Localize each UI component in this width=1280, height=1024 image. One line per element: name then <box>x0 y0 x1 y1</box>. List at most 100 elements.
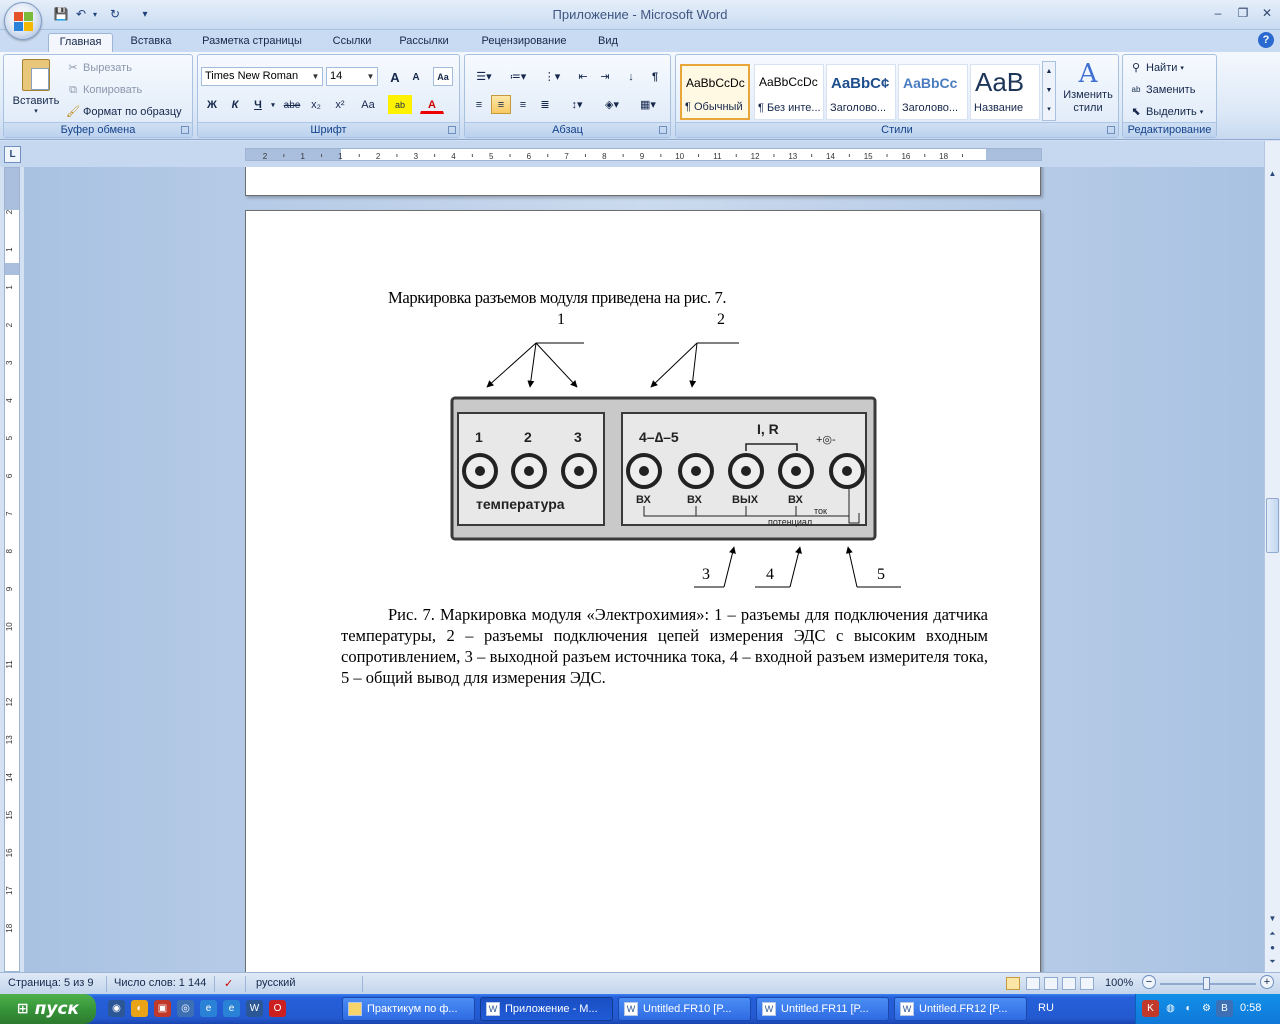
align-right-icon[interactable]: ≡ <box>513 95 533 114</box>
sort-icon[interactable]: ↓ <box>621 67 641 86</box>
taskbar-item-4[interactable]: W Untitled.FR11 [P... <box>756 997 889 1021</box>
start-button[interactable]: ⊞ пуск <box>0 994 96 1024</box>
font-launcher-icon[interactable] <box>448 126 456 134</box>
borders-icon[interactable]: ▦▾ <box>633 95 663 114</box>
tab-selector-icon[interactable]: L <box>4 146 21 163</box>
restore-button[interactable]: ❐ <box>1232 4 1254 22</box>
vertical-scrollbar[interactable]: ▲ ▼ ⏶ ● ⏷ <box>1264 141 1280 972</box>
clipboard-launcher-icon[interactable] <box>181 126 189 134</box>
tray-icon-5[interactable]: B <box>1216 1000 1233 1017</box>
minimize-button[interactable]: – <box>1207 4 1229 22</box>
quicklaunch-icon-6[interactable]: e <box>223 1000 240 1017</box>
word-count[interactable]: Число слов: 1 144 <box>114 977 206 989</box>
paragraph-launcher-icon[interactable] <box>659 126 667 134</box>
change-case-button[interactable]: Aa <box>356 95 380 114</box>
taskbar-item-1[interactable]: Практикум по ф... <box>342 997 475 1021</box>
ie-icon[interactable]: e <box>200 1000 217 1017</box>
proofing-icon[interactable]: ✓ <box>224 977 233 990</box>
current-page[interactable]: Маркировка разъемов модуля приведена на … <box>245 210 1041 972</box>
next-page-icon[interactable]: ⏷ <box>1266 955 1279 968</box>
bold-button[interactable]: Ж <box>202 95 222 114</box>
increase-indent-icon[interactable]: ⇥ <box>595 67 615 86</box>
outline-icon[interactable] <box>1062 977 1076 990</box>
font-size-field[interactable]: 14 ▼ <box>326 67 378 86</box>
style-heading2[interactable]: AaBbCc Заголово... <box>898 64 968 120</box>
zoom-out-icon[interactable]: − <box>1142 975 1156 989</box>
draft-icon[interactable] <box>1080 977 1094 990</box>
zoom-level[interactable]: 100% <box>1105 977 1133 989</box>
style-normal[interactable]: AaBbCcDc ¶ Обычный <box>680 64 750 120</box>
style-title[interactable]: AaB Название <box>970 64 1040 120</box>
help-icon[interactable]: ? <box>1258 32 1274 48</box>
justify-icon[interactable]: ≣ <box>535 95 555 114</box>
styles-scroll-icon[interactable]: ▲ ▼ ▾ <box>1042 61 1056 121</box>
tray-icon-2[interactable]: ◍ <box>1162 1000 1179 1017</box>
word-icon[interactable]: W <box>246 1000 263 1017</box>
tab-insert[interactable]: Вставка <box>120 33 182 52</box>
clock[interactable]: 0:58 <box>1240 1002 1261 1014</box>
bullets-icon[interactable]: ☰▾ <box>469 67 499 86</box>
tab-page-layout[interactable]: Разметка страницы <box>190 33 314 52</box>
document-area[interactable]: Маркировка разъемов модуля приведена на … <box>24 167 1264 972</box>
superscript-button[interactable]: x² <box>330 95 350 114</box>
web-layout-icon[interactable] <box>1044 977 1058 990</box>
subscript-button[interactable]: x₂ <box>306 95 326 114</box>
scroll-down-icon[interactable]: ▼ <box>1266 912 1279 925</box>
scroll-up-icon[interactable]: ▲ <box>1266 167 1279 180</box>
grow-font-button[interactable]: A <box>385 67 405 86</box>
clear-formatting-icon[interactable]: Aa <box>433 67 453 86</box>
paste-button[interactable]: Вставить ▾ <box>8 59 64 121</box>
line-spacing-icon[interactable]: ↕▾ <box>563 95 591 114</box>
font-color-icon[interactable]: A <box>420 95 444 114</box>
format-painter-button[interactable]: 🖌 Формат по образцу <box>66 105 182 119</box>
quicklaunch-icon-1[interactable]: ◉ <box>108 1000 125 1017</box>
font-name-field[interactable]: Times New Roman ▼ <box>201 67 323 86</box>
tab-home[interactable]: Главная <box>48 33 113 52</box>
select-button[interactable]: ⬉ Выделить ▾ <box>1129 105 1203 119</box>
replace-button[interactable]: ab Заменить <box>1129 83 1196 97</box>
shading-icon[interactable]: ◈▾ <box>597 95 627 114</box>
numbering-icon[interactable]: ≔▾ <box>503 67 533 86</box>
align-center-icon[interactable]: ≡ <box>491 95 511 114</box>
style-heading1[interactable]: AaBbC¢ Заголово... <box>826 64 896 120</box>
align-left-icon[interactable]: ≡ <box>469 95 489 114</box>
browse-object-icon[interactable]: ● <box>1266 941 1279 954</box>
change-styles-button[interactable]: A Изменить стили <box>1059 59 1117 115</box>
tray-icon-4[interactable]: ⚙ <box>1198 1000 1215 1017</box>
underline-dropdown-icon[interactable]: ▾ <box>268 95 278 114</box>
find-button[interactable]: ⚲ Найти ▾ <box>1129 61 1184 75</box>
style-no-spacing[interactable]: AaBbCcDc ¶ Без инте... <box>754 64 824 120</box>
decrease-indent-icon[interactable]: ⇤ <box>573 67 593 86</box>
scroll-thumb[interactable] <box>1266 498 1279 553</box>
office-button[interactable] <box>4 2 42 40</box>
horizontal-ruler[interactable]: 2 1 1 2 3 4 5 6 7 8 9 10 11 12 13 14 15 16 18 <box>245 148 1042 161</box>
quicklaunch-icon-3[interactable]: ▣ <box>154 1000 171 1017</box>
taskbar-item-3[interactable]: W Untitled.FR10 [P... <box>618 997 751 1021</box>
zoom-slider-thumb[interactable] <box>1203 977 1210 990</box>
language-indicator[interactable]: русский <box>256 977 295 989</box>
underline-button[interactable]: Ч <box>248 95 268 114</box>
copy-button[interactable]: ⧉ Копировать <box>66 83 142 97</box>
tab-references[interactable]: Ссылки <box>322 33 382 52</box>
italic-button[interactable]: К <box>225 95 245 114</box>
taskbar-item-5[interactable]: W Untitled.FR12 [P... <box>894 997 1027 1021</box>
vertical-ruler[interactable]: 2 1 1 2 3 4 5 6 7 8 9 10 11 12 13 14 15 16 17 18 <box>4 167 20 972</box>
previous-page-icon[interactable]: ⏶ <box>1266 927 1279 940</box>
input-language[interactable]: RU <box>1038 1002 1054 1014</box>
quicklaunch-icon-4[interactable]: ◎ <box>177 1000 194 1017</box>
pilcrow-icon[interactable]: ¶ <box>645 67 665 86</box>
quicklaunch-icon-2[interactable]: ◐ <box>131 1000 148 1017</box>
page-indicator[interactable]: Страница: 5 из 9 <box>8 977 94 989</box>
cut-button[interactable]: ✂ Вырезать <box>66 61 132 75</box>
print-layout-icon[interactable] <box>1006 977 1020 990</box>
kaspersky-icon[interactable]: K <box>1142 1000 1159 1017</box>
tab-review[interactable]: Рецензирование <box>467 33 581 52</box>
tab-view[interactable]: Вид <box>590 33 626 52</box>
highlight-icon[interactable]: ab <box>388 95 412 114</box>
taskbar-item-2[interactable]: W Приложение - M... <box>480 997 613 1021</box>
multilevel-list-icon[interactable]: ⋮▾ <box>537 67 567 86</box>
full-screen-reading-icon[interactable] <box>1026 977 1040 990</box>
close-button[interactable]: ✕ <box>1256 4 1278 22</box>
opera-icon[interactable]: O <box>269 1000 286 1017</box>
styles-launcher-icon[interactable] <box>1107 126 1115 134</box>
